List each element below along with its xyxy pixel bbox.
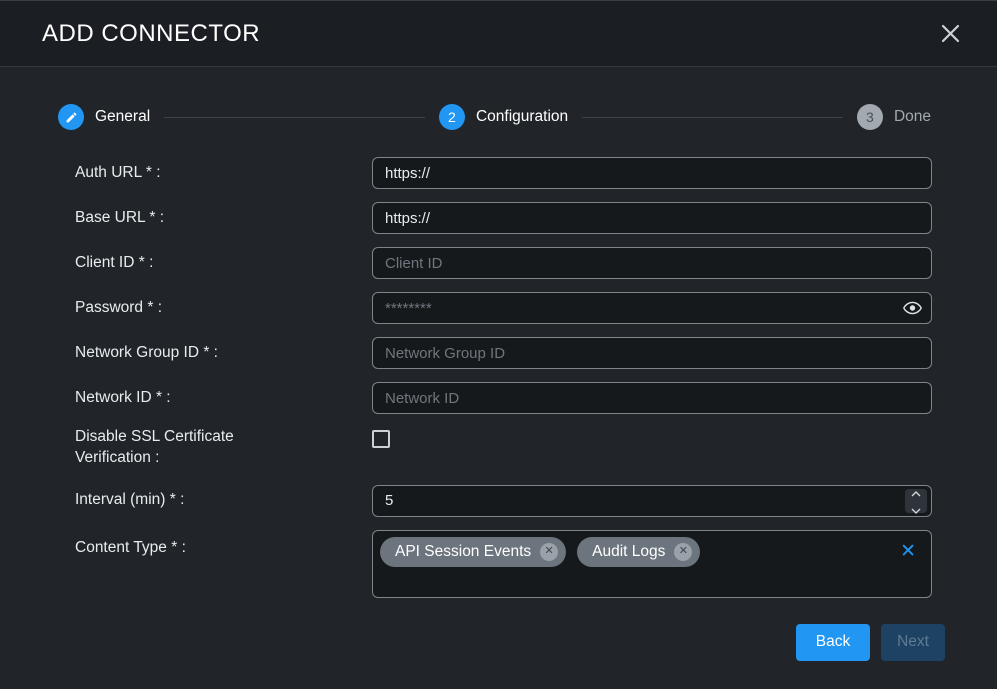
- network-group-id-label: Network Group ID * :: [75, 343, 372, 364]
- eye-icon: [903, 303, 922, 318]
- password-label: Password * :: [75, 298, 372, 319]
- auth-url-label: Auth URL * :: [75, 163, 372, 184]
- clear-icon: ✕: [900, 541, 916, 562]
- disable-ssl-label: Disable SSL Certificate Verification :: [75, 427, 372, 469]
- chevron-up-icon: [911, 485, 921, 500]
- pencil-icon: [58, 104, 84, 130]
- step-general-label: General: [95, 108, 150, 126]
- step-general[interactable]: General: [58, 104, 150, 130]
- interval-label: Interval (min) * :: [75, 490, 372, 511]
- interval-input[interactable]: [372, 485, 932, 517]
- password-row: Password * :: [75, 292, 932, 324]
- step-done[interactable]: 3 Done: [857, 104, 931, 130]
- chip-label: Audit Logs: [592, 543, 665, 561]
- interval-row: Interval (min) * :: [75, 485, 932, 517]
- content-type-multiselect[interactable]: API Session Events ✕ Audit Logs ✕ ✕: [372, 530, 932, 598]
- add-connector-modal: ADD CONNECTOR General 2 Configuration 3 …: [0, 0, 997, 689]
- network-group-id-input[interactable]: [372, 337, 932, 369]
- network-id-label: Network ID * :: [75, 388, 372, 409]
- network-id-row: Network ID * :: [75, 382, 932, 414]
- password-input[interactable]: [372, 292, 932, 324]
- modal-footer: Back Next: [0, 611, 997, 661]
- remove-chip-icon[interactable]: ✕: [540, 543, 558, 561]
- content-type-chip: API Session Events ✕: [380, 537, 566, 567]
- modal-header: ADD CONNECTOR: [0, 1, 997, 67]
- step-done-number: 3: [857, 104, 883, 130]
- modal-title: ADD CONNECTOR: [42, 20, 260, 48]
- configuration-form: Auth URL * : Base URL * : Client ID * : …: [0, 130, 997, 611]
- chip-label: API Session Events: [395, 543, 531, 561]
- close-icon: [941, 24, 960, 43]
- disable-ssl-checkbox[interactable]: [372, 430, 390, 448]
- base-url-input[interactable]: [372, 202, 932, 234]
- toggle-password-visibility-button[interactable]: [903, 301, 922, 315]
- content-type-row: Content Type * : API Session Events ✕ Au…: [75, 530, 932, 598]
- step-wizard: General 2 Configuration 3 Done: [0, 67, 997, 130]
- content-type-label: Content Type * :: [75, 530, 372, 559]
- chevron-down-icon: [911, 502, 921, 517]
- step-configuration-number: 2: [439, 104, 465, 130]
- client-id-label: Client ID * :: [75, 253, 372, 274]
- auth-url-row: Auth URL * :: [75, 157, 932, 189]
- base-url-label: Base URL * :: [75, 208, 372, 229]
- step-connector-line: [164, 117, 425, 118]
- disable-ssl-row: Disable SSL Certificate Verification :: [75, 427, 932, 469]
- step-done-label: Done: [894, 108, 931, 126]
- client-id-input[interactable]: [372, 247, 932, 279]
- network-id-input[interactable]: [372, 382, 932, 414]
- network-group-id-row: Network Group ID * :: [75, 337, 932, 369]
- client-id-row: Client ID * :: [75, 247, 932, 279]
- back-button[interactable]: Back: [796, 624, 870, 661]
- clear-all-chips-button[interactable]: ✕: [900, 542, 916, 561]
- next-button[interactable]: Next: [881, 624, 945, 661]
- close-button[interactable]: [939, 22, 962, 45]
- step-configuration-label: Configuration: [476, 108, 568, 126]
- content-type-chip: Audit Logs ✕: [577, 537, 700, 567]
- step-configuration[interactable]: 2 Configuration: [439, 104, 568, 130]
- auth-url-input[interactable]: [372, 157, 932, 189]
- base-url-row: Base URL * :: [75, 202, 932, 234]
- step-connector-line: [582, 117, 843, 118]
- interval-stepper[interactable]: [905, 489, 927, 513]
- remove-chip-icon[interactable]: ✕: [674, 543, 692, 561]
